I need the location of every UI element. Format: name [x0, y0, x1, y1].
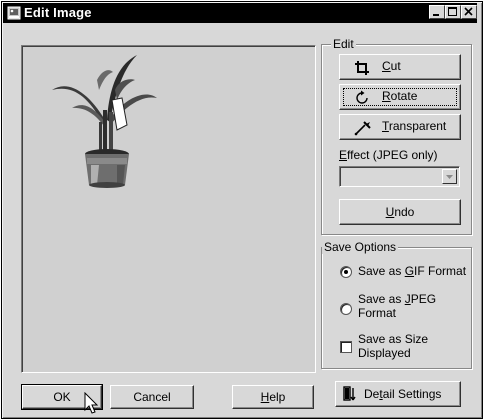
gif-format-label[interactable]: Save as GIF Format [358, 264, 466, 278]
rotate-icon [356, 90, 368, 104]
minimize-icon [433, 14, 439, 16]
close-icon [464, 7, 473, 16]
detail-settings-label: Detail Settings [364, 387, 442, 401]
image-preview-pane[interactable] [21, 45, 316, 373]
rotate-label: Rotate [382, 89, 418, 103]
dropdown-arrow-button[interactable] [442, 169, 457, 184]
help-button[interactable]: Help [232, 385, 314, 409]
plant-image [52, 55, 157, 188]
maximize-button[interactable] [445, 5, 461, 19]
jpeg-format-radio[interactable] [340, 303, 352, 315]
effect-dropdown[interactable] [339, 166, 460, 187]
cancel-label: Cancel [133, 390, 171, 404]
help-label: Help [260, 390, 286, 404]
edit-group-label: Edit [331, 37, 356, 51]
chevron-down-icon [446, 175, 453, 179]
effect-label: Effect (JPEG only) [339, 148, 438, 162]
gif-format-radio[interactable] [340, 266, 352, 278]
close-window-button[interactable] [461, 5, 477, 19]
undo-button[interactable]: Undo [339, 199, 461, 225]
transparent-button[interactable]: Transparent [339, 114, 461, 140]
settings-panel-icon [343, 386, 356, 401]
jpeg-format-label[interactable]: Save as JPEG Format [358, 292, 436, 320]
title-bar[interactable]: Edit Image [3, 3, 477, 23]
save-size-displayed-label[interactable]: Save as Size Displayed [358, 332, 428, 360]
transparent-label: Transparent [382, 119, 447, 133]
cut-label: Cut [382, 59, 401, 73]
save-options-label: Save Options [322, 240, 399, 254]
undo-label: Undo [385, 205, 415, 219]
rotate-button[interactable]: Rotate [339, 84, 461, 110]
cut-button[interactable]: Cut [339, 54, 461, 80]
cancel-button[interactable]: Cancel [110, 385, 194, 409]
window-title: Edit Image [24, 5, 92, 20]
crop-icon [355, 61, 369, 75]
minimize-button[interactable] [429, 5, 445, 19]
save-size-displayed-checkbox[interactable] [340, 341, 352, 353]
app-icon [7, 6, 21, 20]
eyedropper-icon [354, 121, 371, 136]
detail-settings-button[interactable]: Detail Settings [335, 381, 461, 407]
ok-label: OK [53, 390, 71, 404]
mouse-cursor-icon [84, 392, 99, 414]
maximize-icon [448, 7, 457, 16]
